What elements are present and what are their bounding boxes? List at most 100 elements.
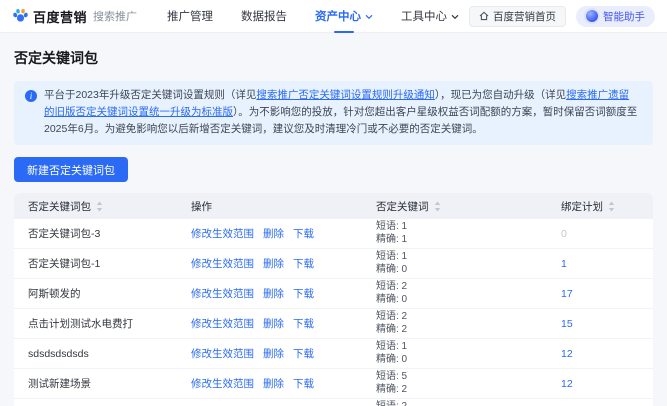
table-row: 点击计划测试水电费打修改生效范围删除下载短语: 2精确: 215 <box>14 309 653 339</box>
nav-item-label: 数据报告 <box>241 8 287 24</box>
action-links: 修改生效范围删除下载 <box>191 286 376 301</box>
table-row: 阿斯顿发的修改生效范围删除下载短语: 2精确: 017 <box>14 279 653 309</box>
cell-bound-plans: 12 <box>546 378 653 390</box>
cell-package-name: 阿斯顿发的 <box>14 286 191 301</box>
phrase-count: 短语: 5 <box>376 371 407 384</box>
cell-package-name: 点击计划测试水电费打 <box>14 316 191 331</box>
assistant-icon <box>586 10 598 22</box>
cell-actions: 修改生效范围删除下载 <box>191 346 376 361</box>
page-title: 否定关键词包 <box>14 48 653 68</box>
smart-assistant-button[interactable]: 智能助手 <box>576 6 655 27</box>
keyword-counts: 短语: 5精确: 2 <box>376 371 407 396</box>
cell-bound-plans: 12 <box>546 348 653 360</box>
delete-link[interactable]: 删除 <box>263 346 284 361</box>
delete-link[interactable]: 删除 <box>263 286 284 301</box>
package-name-text: 阿斯顿发的 <box>28 286 81 301</box>
notice-link[interactable]: 搜索推广否定关键词设置规则升级通知 <box>256 89 435 101</box>
sort-icon[interactable] <box>96 201 103 212</box>
cell-actions: 修改生效范围删除下载 <box>191 376 376 391</box>
marketing-home-label: 百度营销首页 <box>493 9 556 24</box>
delete-link[interactable]: 删除 <box>263 316 284 331</box>
bound-plans-count[interactable]: 17 <box>561 288 573 300</box>
cell-actions: 修改生效范围删除下载 <box>191 316 376 331</box>
exact-count: 精确: 2 <box>376 384 407 397</box>
keyword-counts: 短语: 1精确: 0 <box>376 251 407 276</box>
action-links: 修改生效范围删除下载 <box>191 316 376 331</box>
cell-bound-plans: 0 <box>546 228 653 240</box>
sort-icon[interactable] <box>608 201 615 212</box>
notice-segment: 平台于2023年升级否定关键词设置规则（详见 <box>44 89 256 101</box>
nav-item-工具中心[interactable]: 工具中心 <box>401 0 459 33</box>
bound-plans-count[interactable]: 1 <box>561 258 567 270</box>
header-bound-plans[interactable]: 绑定计划 <box>546 199 653 214</box>
cell-actions: 修改生效范围删除下载 <box>191 256 376 271</box>
exact-count: 精确: 1 <box>376 234 407 247</box>
cell-negative-keywords: 短语: 1精确: 0 <box>376 341 546 366</box>
bound-plans-count[interactable]: 15 <box>561 318 573 330</box>
header-negative-keywords[interactable]: 否定关键词 <box>376 199 546 214</box>
bound-plans-count[interactable]: 12 <box>561 378 573 390</box>
package-name-text: 点击计划测试水电费打 <box>28 316 133 331</box>
table-row: 测试新建场景修改生效范围删除下载短语: 5精确: 212 <box>14 369 653 399</box>
edit-scope-link[interactable]: 修改生效范围 <box>191 316 254 331</box>
nav-item-数据报告[interactable]: 数据报告 <box>241 0 287 33</box>
download-link[interactable]: 下载 <box>293 316 314 331</box>
nav-item-label: 工具中心 <box>401 8 447 24</box>
header-package-name[interactable]: 否定关键词包 <box>14 199 191 214</box>
edit-scope-link[interactable]: 修改生效范围 <box>191 286 254 301</box>
edit-scope-link[interactable]: 修改生效范围 <box>191 226 254 241</box>
nav-item-推广管理[interactable]: 推广管理 <box>167 0 213 33</box>
smart-assistant-label: 智能助手 <box>603 9 645 24</box>
bound-plans-count[interactable]: 12 <box>561 348 573 360</box>
sort-icon[interactable] <box>434 201 441 212</box>
nav-item-资产中心[interactable]: 资产中心 <box>315 0 373 33</box>
table-body: 否定关键词包-3修改生效范围删除下载短语: 1精确: 10否定关键词包-1修改生… <box>14 219 653 406</box>
package-name-text: 否定关键词包-1 <box>28 256 100 271</box>
header-label: 绑定计划 <box>561 199 603 214</box>
edit-scope-link[interactable]: 修改生效范围 <box>191 346 254 361</box>
download-link[interactable]: 下载 <box>293 346 314 361</box>
header-label: 否定关键词包 <box>28 199 91 214</box>
chevron-down-icon <box>365 14 373 20</box>
create-negative-keyword-package-button[interactable]: 新建否定关键词包 <box>14 157 128 182</box>
keyword-counts: 短语: 2精确: 2 <box>376 311 407 336</box>
phrase-count: 短语: 2 <box>376 401 407 406</box>
download-link[interactable]: 下载 <box>293 256 314 271</box>
delete-link[interactable]: 删除 <box>263 376 284 391</box>
header-actions: 操作 <box>191 199 376 214</box>
brand[interactable]: 百度营销 搜索推广 <box>12 7 137 26</box>
exact-count: 精确: 2 <box>376 324 407 337</box>
edit-scope-link[interactable]: 修改生效范围 <box>191 256 254 271</box>
table-header-row: 否定关键词包 操作 否定关键词 绑定计划 <box>14 193 653 219</box>
exact-count: 精确: 0 <box>376 264 407 277</box>
cell-package-name: sdsdsdsdsds <box>14 348 191 360</box>
package-name-text: sdsdsdsdsds <box>28 348 89 360</box>
baidu-marketing-logo-icon <box>12 8 29 24</box>
nav-item-label: 资产中心 <box>315 8 361 24</box>
table-row: 纯纯粹粹修改生效范围删除下载短语: 2精确: 017 <box>14 399 653 406</box>
delete-link[interactable]: 删除 <box>263 226 284 241</box>
cell-actions: 修改生效范围删除下载 <box>191 226 376 241</box>
download-link[interactable]: 下载 <box>293 376 314 391</box>
download-link[interactable]: 下载 <box>293 286 314 301</box>
cell-package-name: 测试新建场景 <box>14 376 191 391</box>
cell-bound-plans: 15 <box>546 318 653 330</box>
keyword-counts: 短语: 2精确: 0 <box>376 281 407 306</box>
phrase-count: 短语: 2 <box>376 281 407 294</box>
cell-negative-keywords: 短语: 5精确: 2 <box>376 371 546 396</box>
table-row: 否定关键词包-1修改生效范围删除下载短语: 1精确: 01 <box>14 249 653 279</box>
marketing-home-button[interactable]: 百度营销首页 <box>469 6 566 27</box>
header-label: 操作 <box>191 201 212 213</box>
download-link[interactable]: 下载 <box>293 226 314 241</box>
main-content: 否定关键词包 i 平台于2023年升级否定关键词设置规则（详见搜索推广否定关键词… <box>0 48 667 406</box>
phrase-count: 短语: 1 <box>376 251 407 264</box>
phrase-count: 短语: 1 <box>376 221 407 234</box>
action-links: 修改生效范围删除下载 <box>191 226 376 241</box>
package-name-text: 测试新建场景 <box>28 376 91 391</box>
exact-count: 精确: 0 <box>376 294 407 307</box>
cell-package-name: 否定关键词包-1 <box>14 256 191 271</box>
phrase-count: 短语: 1 <box>376 341 407 354</box>
edit-scope-link[interactable]: 修改生效范围 <box>191 376 254 391</box>
notice-banner: i 平台于2023年升级否定关键词设置规则（详见搜索推广否定关键词设置规则升级通… <box>14 81 653 145</box>
delete-link[interactable]: 删除 <box>263 256 284 271</box>
